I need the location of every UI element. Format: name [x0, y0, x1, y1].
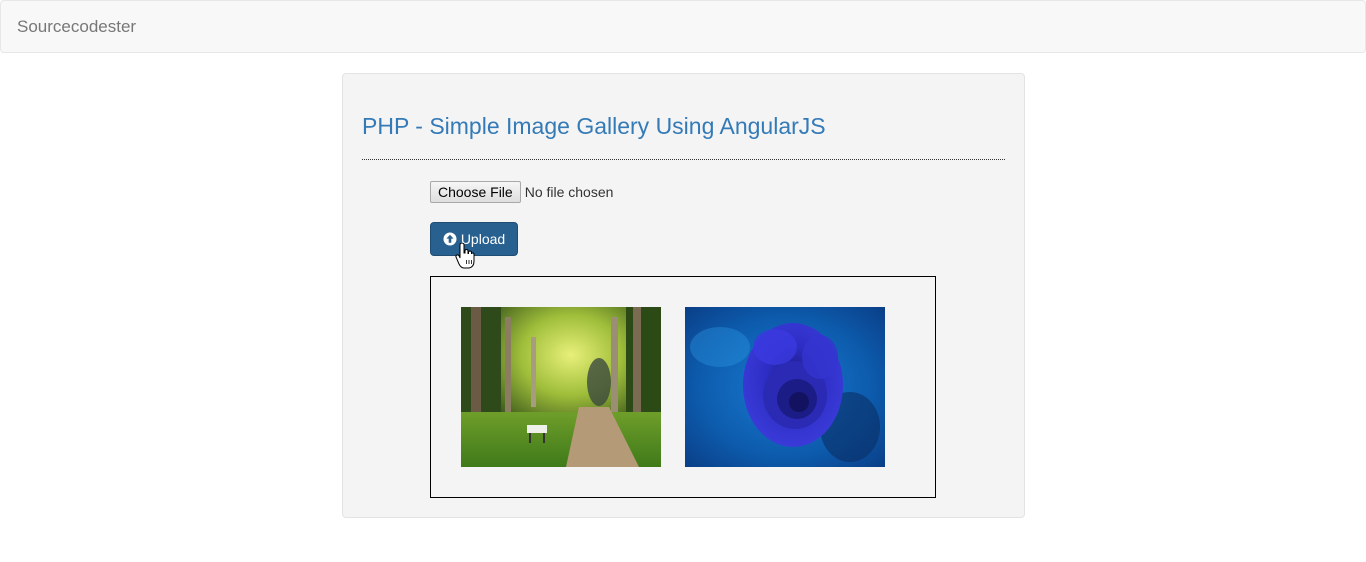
- circle-arrow-up-icon: [443, 232, 457, 246]
- page-title: PHP - Simple Image Gallery Using Angular…: [362, 113, 826, 139]
- gallery-image-forest[interactable]: [461, 307, 661, 467]
- file-status-text: No file chosen: [524, 184, 614, 200]
- upload-button[interactable]: Upload: [430, 222, 518, 256]
- upload-button-label: Upload: [460, 231, 506, 247]
- gallery-image-blue-rose[interactable]: [685, 307, 885, 467]
- title-divider: [362, 159, 1005, 160]
- choose-file-button[interactable]: Choose File: [430, 181, 521, 203]
- navbar-brand[interactable]: Sourcecodester: [17, 17, 136, 37]
- main-panel: PHP - Simple Image Gallery Using Angular…: [342, 73, 1025, 518]
- file-input[interactable]: Choose File No file chosen: [430, 181, 613, 203]
- navbar: Sourcecodester: [0, 0, 1366, 53]
- image-gallery: [430, 276, 936, 498]
